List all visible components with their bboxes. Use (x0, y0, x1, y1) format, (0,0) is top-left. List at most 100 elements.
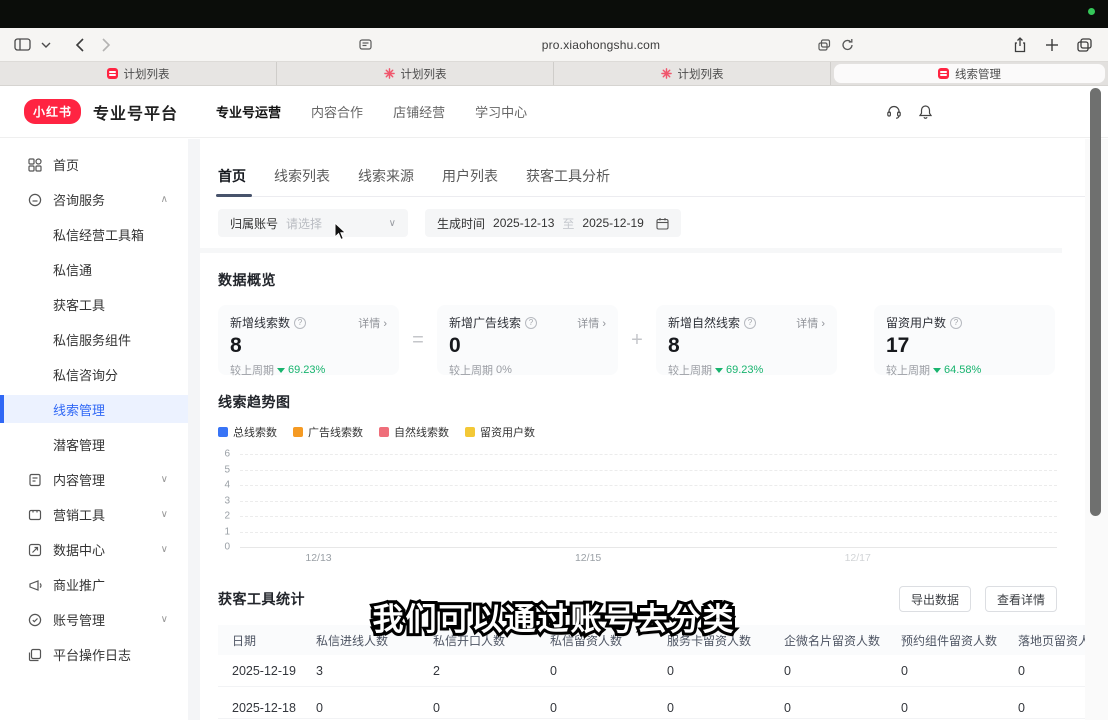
xiaohongshu-logo[interactable]: 小红书 (24, 99, 81, 124)
change-value: 69.23% (288, 364, 325, 376)
tool-stats-header: 获客工具统计 导出数据 查看详情 (218, 586, 1085, 612)
page-settings-icon[interactable] (359, 33, 372, 57)
help-icon[interactable]: ? (950, 317, 962, 329)
help-icon[interactable]: ? (744, 317, 756, 329)
browser-tab-lead-management[interactable]: 线索管理 (834, 64, 1105, 83)
copy-link-icon[interactable] (818, 33, 831, 57)
legend-swatch (293, 427, 303, 437)
trend-down-icon (933, 368, 941, 373)
legend-ad-leads[interactable]: 广告线索数 (293, 424, 363, 440)
log-icon (27, 648, 42, 662)
sidebar-item-platform-log[interactable]: 平台操作日志 (0, 637, 188, 672)
x-axis-label: 12/13 (305, 552, 331, 564)
bell-icon[interactable] (918, 104, 933, 120)
browser-tab-label: 线索管理 (955, 66, 1001, 82)
tool-stats-table: 日期 私信进线人数 私信开口人数 私信留资人数 服务卡留资人数 企微名片留资人数… (218, 625, 1085, 719)
sidebar-item-potential-customer[interactable]: 潜客管理 (0, 427, 188, 462)
sidebar-item-dm-consult-score[interactable]: 私信咨询分 (0, 357, 188, 392)
y-axis-labels: 6 5 4 3 2 1 0 (218, 454, 232, 547)
change-value: 64.58% (944, 364, 981, 376)
tab-lead-source[interactable]: 线索来源 (358, 166, 414, 186)
tab-user-list[interactable]: 用户列表 (442, 166, 498, 186)
card-new-leads: 新增线索数 ? 详情 › 8 较上周期 69.23% (218, 305, 399, 375)
plus-operator: + (618, 305, 656, 375)
date-to-value: 2025-12-19 (582, 216, 643, 230)
tab-tool-analysis[interactable]: 获客工具分析 (526, 166, 610, 186)
section-divider (200, 248, 1062, 253)
scrollbar-thumb[interactable] (1090, 88, 1101, 516)
data-icon (27, 543, 42, 557)
date-range-picker[interactable]: 生成时间 2025-12-13 至 2025-12-19 (425, 209, 681, 237)
sidebar-toggle-icon[interactable] (14, 33, 31, 57)
detail-link[interactable]: 详情 › (577, 315, 606, 331)
view-detail-button[interactable]: 查看详情 (985, 586, 1057, 612)
sidebar-group-data-center[interactable]: 数据中心 ∨ (0, 532, 188, 567)
spark-favicon (661, 68, 672, 79)
address-bar[interactable]: pro.xiaohongshu.com (542, 38, 661, 52)
browser-tab-label: 计划列表 (401, 66, 447, 82)
forward-button[interactable] (102, 33, 111, 57)
sidebar-item-dm-service-component[interactable]: 私信服务组件 (0, 322, 188, 357)
sidebar-group-marketing-tools[interactable]: 营销工具 ∨ (0, 497, 188, 532)
card-value: 8 (230, 334, 387, 358)
help-icon[interactable]: ? (294, 317, 306, 329)
sidebar: 首页 咨询服务 ∧ 私信经营工具箱 私信通 获客工具 私信服务组件 私信咨询分 … (0, 139, 188, 720)
sidebar-group-content-management[interactable]: 内容管理 ∨ (0, 462, 188, 497)
chevron-down-icon: ∨ (161, 544, 168, 555)
detail-link[interactable]: 详情 › (358, 315, 387, 331)
tab-lead-list[interactable]: 线索列表 (274, 166, 330, 186)
tab-home[interactable]: 首页 (218, 166, 246, 186)
sidebar-item-acquisition-tools[interactable]: 获客工具 (0, 287, 188, 322)
legend-organic-leads[interactable]: 自然线索数 (379, 424, 449, 440)
calendar-icon (656, 217, 669, 230)
trend-down-icon (715, 368, 723, 373)
customer-service-icon[interactable] (886, 104, 902, 119)
nav-item-operation[interactable]: 专业号运营 (216, 102, 281, 121)
chevron-up-icon: ∧ (161, 194, 168, 205)
browser-tab-plan-list-1[interactable]: 计划列表 (0, 62, 277, 85)
sidebar-item-commercial-promotion[interactable]: 商业推广 (0, 567, 188, 602)
chevron-down-icon: ∨ (389, 218, 396, 229)
nav-item-content-coop[interactable]: 内容合作 (311, 102, 363, 121)
site-nav: 专业号运营 内容合作 店铺经营 学习中心 (216, 102, 527, 121)
browser-tab-plan-list-2[interactable]: 计划列表 (277, 62, 554, 85)
trend-chart-title: 线索趋势图 (218, 392, 1085, 412)
sidebar-group-account-management[interactable]: 账号管理 ∨ (0, 602, 188, 637)
share-icon[interactable] (1013, 33, 1027, 57)
legend-swatch (465, 427, 475, 437)
new-tab-icon[interactable] (1045, 33, 1059, 57)
nav-item-learning[interactable]: 学习中心 (475, 102, 527, 121)
account-select-placeholder: 请选择 (286, 215, 322, 232)
sidebar-item-dm-toolbox[interactable]: 私信经营工具箱 (0, 217, 188, 252)
detail-link[interactable]: 详情 › (796, 315, 825, 331)
chat-icon (27, 193, 42, 207)
nav-item-shop[interactable]: 店铺经营 (393, 102, 445, 121)
change-value: 69.23% (726, 364, 763, 376)
overview-title: 数据概览 (218, 270, 1085, 290)
screen: pro.xiaohongshu.com 计划列表 (0, 0, 1108, 720)
sidebar-group-consult-service[interactable]: 咨询服务 ∧ (0, 182, 188, 217)
card-organic-leads: 新增自然线索 ? 详情 › 8 较上周期 69.23% (656, 305, 837, 375)
x-axis-label: 12/17 (845, 552, 871, 564)
change-value: 0% (496, 364, 512, 376)
sidebar-item-lead-management[interactable]: 线索管理 (0, 395, 188, 423)
x-axis-label: 12/15 (575, 552, 601, 564)
account-select[interactable]: 归属账号 请选择 ∨ (218, 209, 408, 237)
legend-retained-users[interactable]: 留资用户数 (465, 424, 535, 440)
trend-line-chart: 6 5 4 3 2 1 0 12/13 12/15 (218, 454, 1085, 564)
reload-icon[interactable] (841, 33, 854, 57)
page-body: 首页 咨询服务 ∧ 私信经营工具箱 私信通 获客工具 私信服务组件 私信咨询分 … (0, 139, 1108, 720)
chevron-down-icon: ∨ (161, 474, 168, 485)
back-button[interactable] (75, 33, 84, 57)
browser-tab-plan-list-3[interactable]: 计划列表 (554, 62, 831, 85)
chevron-down-icon[interactable] (41, 33, 51, 57)
browser-tab-strip: 计划列表 计划列表 计划列表 线索管理 (0, 62, 1108, 86)
tab-overview-icon[interactable] (1077, 33, 1092, 57)
sidebar-item-home[interactable]: 首页 (0, 147, 188, 182)
legend-total-leads[interactable]: 总线索数 (218, 424, 277, 440)
tool-icon (27, 508, 42, 522)
export-data-button[interactable]: 导出数据 (899, 586, 971, 612)
sidebar-item-dm-pass[interactable]: 私信通 (0, 252, 188, 287)
account-icon (27, 613, 42, 627)
help-icon[interactable]: ? (525, 317, 537, 329)
